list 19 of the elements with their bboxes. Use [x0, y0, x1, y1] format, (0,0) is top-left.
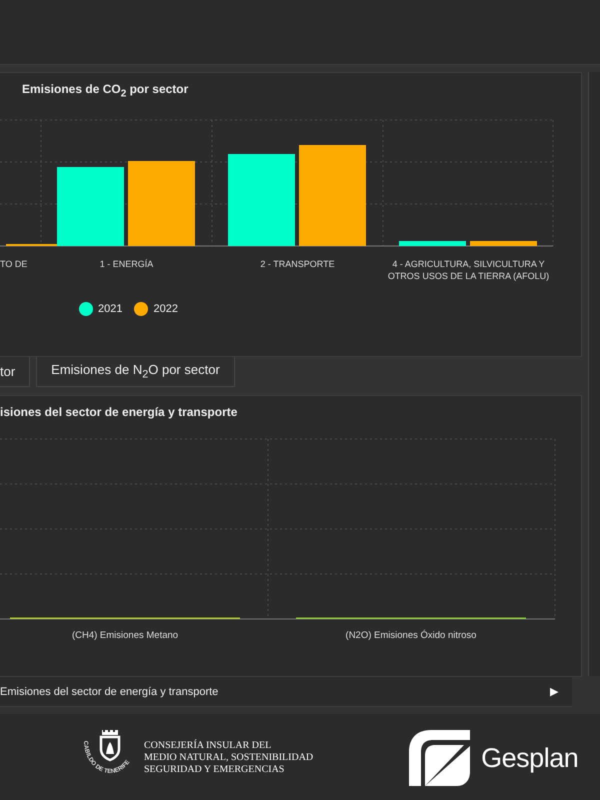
category-label: (CH4) Emisiones Metano [72, 630, 178, 641]
category-label: 4 - AGRICULTURA, SILVICULTURA Y OTROS USOS DE LA TIERRA (AFOLU) [388, 259, 550, 281]
nav-label: Emisiones del sector de energía y transporte [0, 686, 218, 698]
category-label: 1 - ENERGÍA [100, 259, 154, 269]
legend-label: 2021 [98, 303, 122, 315]
brand-logo-icon [409, 730, 470, 786]
category-label: 2 - TRANSPORTE [260, 259, 335, 269]
bar [399, 241, 466, 246]
chart-title: isiones del sector de energía y transporte [0, 404, 238, 421]
brand-name: Gesplan [481, 742, 578, 774]
department-name: CONSEJERÍA INSULAR DEL MEDIO NATURAL, SOSTENIBILIDAD SEGURIDAD Y EMERGENCIAS [144, 740, 314, 776]
legend-label: 2022 [153, 303, 178, 315]
bar [470, 241, 537, 246]
next-button[interactable]: ▶ [536, 685, 572, 698]
tab[interactable]: Emisiones de N$_{2}$O por sector [36, 357, 235, 387]
category-label: TO DE [0, 259, 28, 269]
chart-title: Emisiones de CO$_{2}$ por sector [21, 81, 190, 98]
tab[interactable]: tor [0, 357, 30, 387]
category-label: (N2O) Emisiones Óxido nitroso [346, 630, 476, 641]
